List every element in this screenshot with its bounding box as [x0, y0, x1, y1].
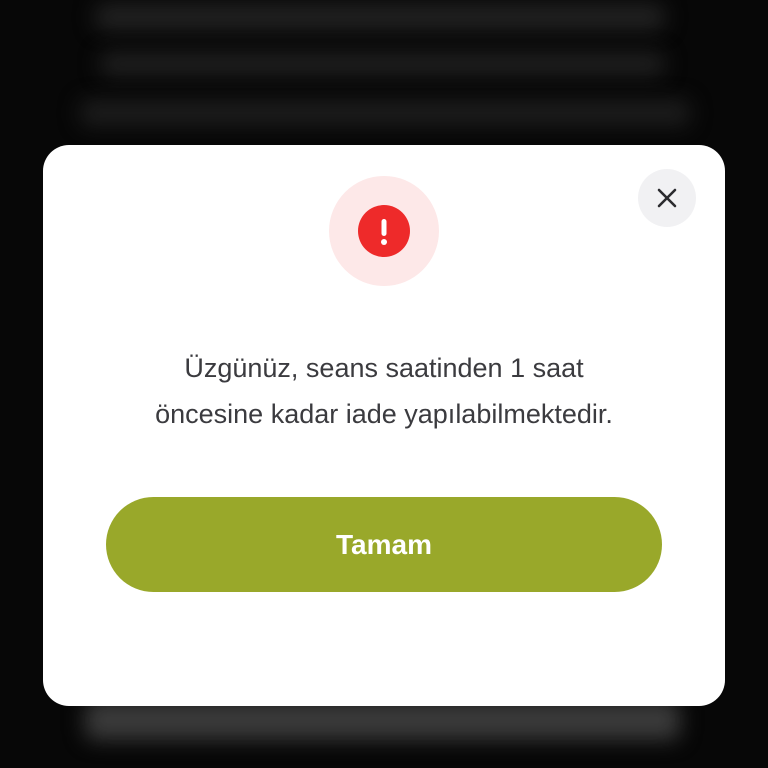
close-icon [657, 188, 677, 208]
exclamation-icon [358, 205, 410, 257]
background-text-blurred [95, 4, 665, 30]
background-text-blurred [80, 100, 690, 126]
alert-icon-container [329, 176, 439, 286]
background-element-blurred [85, 700, 680, 740]
close-button[interactable] [638, 169, 696, 227]
alert-dialog: Üzgünüz, seans saatinden 1 saat öncesine… [43, 145, 725, 706]
dialog-message: Üzgünüz, seans saatinden 1 saat öncesine… [83, 345, 685, 437]
message-line-2: öncesine kadar iade yapılabilmektedir. [155, 399, 613, 429]
confirm-button[interactable]: Tamam [106, 497, 662, 592]
exclamation-glyph [381, 219, 387, 245]
background-text-blurred [100, 52, 665, 76]
message-line-1: Üzgünüz, seans saatinden 1 saat [184, 353, 584, 383]
